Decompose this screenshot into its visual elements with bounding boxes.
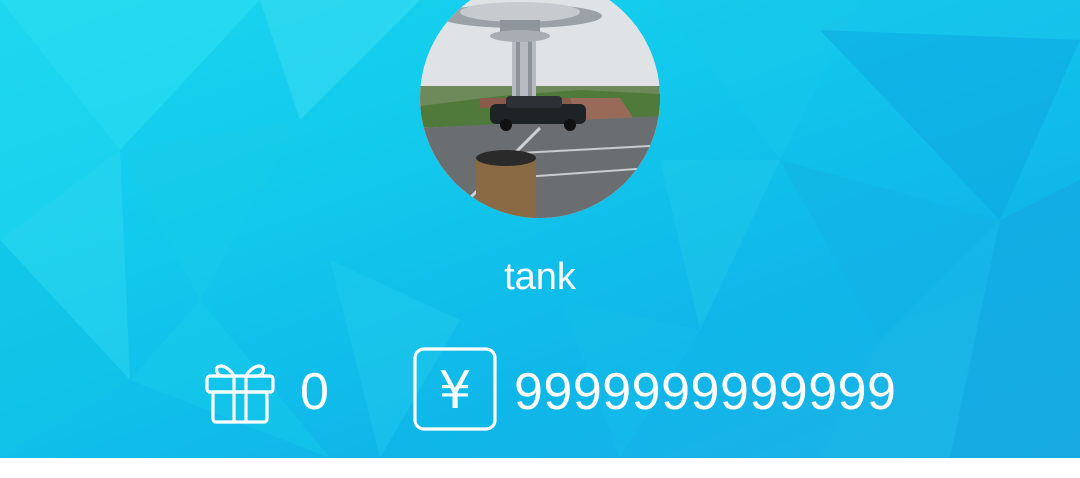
profile-header: tank 0 ¥ 9999999999999 [0,0,1080,458]
gift-icon [204,352,276,431]
yuan-icon: ¥ [412,346,498,437]
content-divider [0,458,1080,478]
yuan-symbol: ¥ [438,361,471,421]
gift-count-stat[interactable]: 0 [204,352,329,431]
username: tank [504,256,576,298]
coin-balance-value: 9999999999999 [514,362,897,421]
coin-balance-stat[interactable]: ¥ 9999999999999 [412,346,896,437]
gift-count-value: 0 [300,362,330,421]
